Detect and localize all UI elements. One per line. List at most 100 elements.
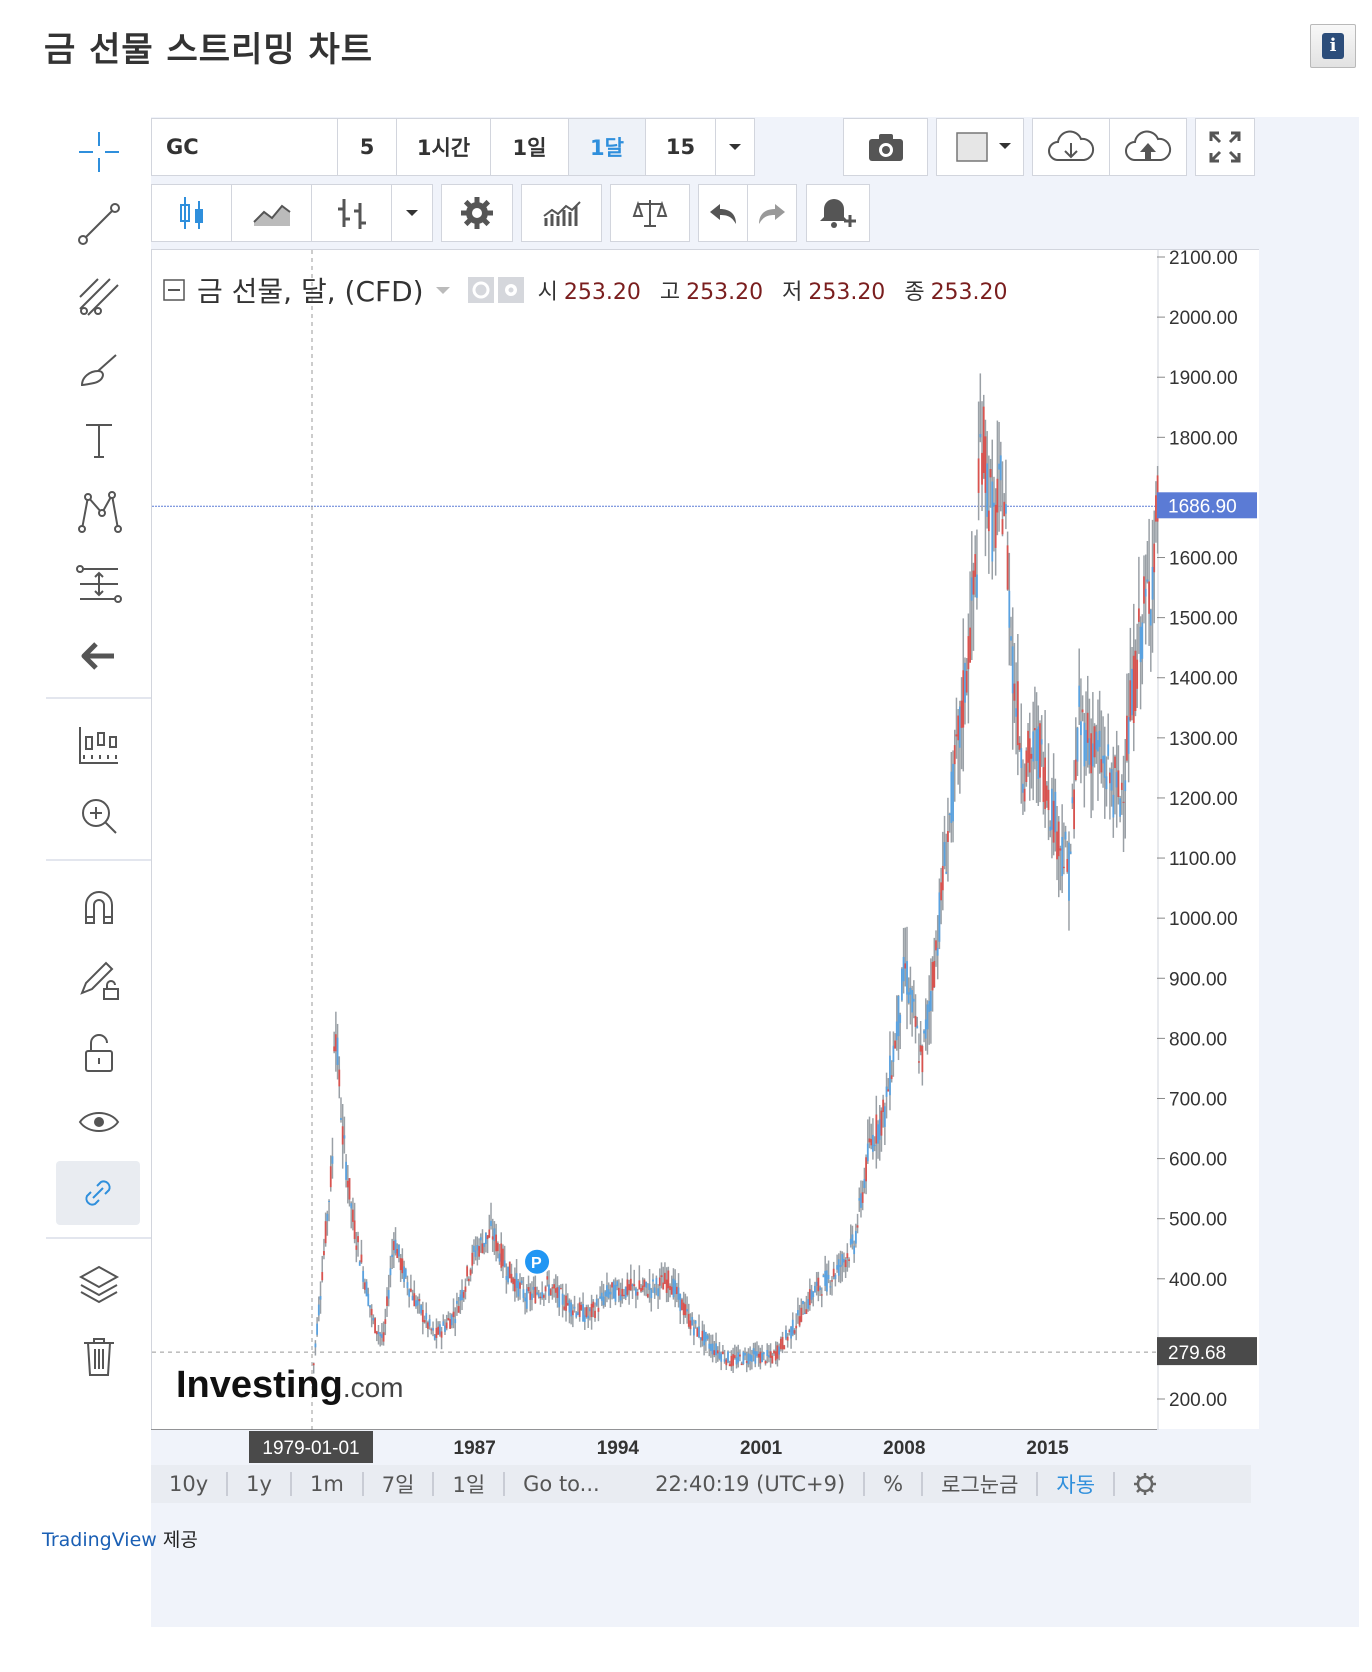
settings-button[interactable] bbox=[441, 184, 513, 242]
zoom-in-icon[interactable] bbox=[46, 781, 151, 851]
chart-style-toolbar bbox=[151, 184, 433, 242]
range-1d[interactable]: 1일 bbox=[434, 1472, 506, 1497]
y-tick-label: 2100.00 bbox=[1169, 249, 1238, 269]
magnet-icon[interactable] bbox=[46, 873, 151, 943]
clock[interactable]: 22:40:19 (UTC+9) bbox=[655, 1472, 866, 1496]
tradingview-link[interactable]: TradingView bbox=[42, 1529, 157, 1551]
eye-icon[interactable] bbox=[46, 1087, 151, 1157]
crosshair-icon[interactable] bbox=[46, 117, 151, 187]
text-icon[interactable] bbox=[46, 405, 151, 475]
lock-drawing-icon[interactable] bbox=[46, 945, 151, 1015]
interval-1m[interactable]: 1달 bbox=[569, 119, 646, 175]
x-tick-label: 1994 bbox=[597, 1438, 640, 1459]
open-value: 253.20 bbox=[563, 280, 641, 305]
x-tick-label: 2015 bbox=[1026, 1438, 1069, 1459]
goto-button[interactable]: Go to... bbox=[505, 1472, 655, 1496]
auto-scale-toggle[interactable]: 자동 bbox=[1038, 1472, 1116, 1497]
close-value: 253.20 bbox=[930, 280, 1008, 305]
link-icon[interactable] bbox=[56, 1161, 140, 1225]
range-1y[interactable]: 1y bbox=[228, 1472, 292, 1496]
eye-icon[interactable] bbox=[467, 277, 494, 303]
back-arrow-icon[interactable] bbox=[46, 621, 151, 691]
symbol-input[interactable]: GC bbox=[152, 119, 338, 175]
trash-icon[interactable] bbox=[46, 1321, 151, 1391]
interval-toolbar: GC 5 1시간 1일 1달 15 bbox=[151, 118, 755, 176]
y-tick-label: 1300.00 bbox=[1169, 729, 1238, 750]
chevron-down-icon[interactable] bbox=[392, 185, 432, 241]
range-10y[interactable]: 10y bbox=[151, 1472, 229, 1496]
chevron-down-icon[interactable] bbox=[716, 119, 754, 175]
color-swatch-button[interactable] bbox=[936, 118, 1024, 176]
x-tick-label: 1987 bbox=[454, 1438, 496, 1459]
bar-style-icon[interactable] bbox=[312, 185, 392, 241]
interval-15[interactable]: 15 bbox=[646, 119, 716, 175]
camera-button[interactable] bbox=[843, 118, 928, 176]
trend-line-icon[interactable] bbox=[46, 189, 151, 259]
fib-tool-icon[interactable] bbox=[46, 261, 151, 331]
cloud-toolbar bbox=[1032, 118, 1187, 176]
info-button[interactable]: i bbox=[1310, 24, 1356, 68]
credit: TradingView 제공 bbox=[42, 1525, 198, 1552]
gear-icon[interactable] bbox=[1115, 1472, 1175, 1496]
y-tick-label: 600.00 bbox=[1169, 1150, 1227, 1171]
interval-1d[interactable]: 1일 bbox=[491, 119, 569, 175]
y-tick-label: 1400.00 bbox=[1169, 669, 1238, 690]
camera-icon bbox=[844, 119, 927, 175]
y-tick-label: 700.00 bbox=[1169, 1089, 1227, 1110]
undo-icon[interactable] bbox=[699, 185, 748, 241]
indicators-button[interactable] bbox=[521, 184, 602, 242]
log-scale-toggle[interactable]: 로그눈금 bbox=[923, 1472, 1039, 1497]
range-1m[interactable]: 1m bbox=[292, 1472, 364, 1496]
brush-icon[interactable] bbox=[46, 333, 151, 403]
y-tick-label: 1500.00 bbox=[1169, 609, 1238, 630]
y-tick-label: 1800.00 bbox=[1169, 428, 1238, 449]
y-tick-label: 2000.00 bbox=[1169, 308, 1238, 329]
price-chart[interactable]: P Investing.com bbox=[152, 250, 1260, 1430]
open-label: 시 bbox=[537, 280, 558, 305]
interval-1h[interactable]: 1시간 bbox=[397, 119, 491, 175]
y-tick-label: 800.00 bbox=[1169, 1029, 1227, 1050]
measure-icon[interactable] bbox=[46, 549, 151, 619]
high-value: 253.20 bbox=[686, 280, 764, 305]
crosshair-date-label: 1979-01-01 bbox=[262, 1438, 359, 1459]
color-swatch-icon bbox=[937, 119, 1023, 175]
y-tick-label: 1600.00 bbox=[1169, 549, 1238, 570]
redo-icon[interactable] bbox=[748, 185, 797, 241]
price-axis[interactable]: 2100.00 2000.00 1900.00 1800.00 1600.00 1500.… bbox=[1157, 249, 1257, 1429]
y-tick-label: 500.00 bbox=[1169, 1210, 1227, 1231]
collapse-icon[interactable] bbox=[163, 279, 185, 301]
fullscreen-button[interactable] bbox=[1195, 118, 1255, 176]
gear-icon[interactable] bbox=[497, 277, 524, 303]
y-tick-label: 1200.00 bbox=[1169, 789, 1238, 810]
alert-button[interactable] bbox=[806, 184, 870, 242]
crosshair-price-label: 279.68 bbox=[1168, 1343, 1226, 1364]
layers-icon[interactable] bbox=[46, 1249, 151, 1319]
chevron-down-icon[interactable] bbox=[432, 283, 454, 297]
x-tick-label: 2001 bbox=[740, 1438, 783, 1459]
left-toolbar bbox=[46, 117, 151, 1627]
percent-toggle[interactable]: % bbox=[865, 1472, 924, 1496]
y-tick-label: 900.00 bbox=[1169, 969, 1227, 990]
compare-icon bbox=[611, 185, 689, 241]
y-tick-label: 200.00 bbox=[1169, 1390, 1227, 1411]
low-value: 253.20 bbox=[808, 280, 886, 305]
interval-5[interactable]: 5 bbox=[338, 119, 397, 175]
pattern-icon[interactable] bbox=[46, 477, 151, 547]
cloud-upload-icon[interactable] bbox=[1110, 119, 1187, 175]
ruler-icon[interactable] bbox=[46, 709, 151, 779]
alert-icon bbox=[807, 185, 869, 241]
range-7d[interactable]: 7일 bbox=[364, 1472, 435, 1497]
price-line-label: 1686.90 bbox=[1168, 496, 1237, 517]
credit-suffix: 제공 bbox=[162, 1529, 198, 1551]
bottom-bar: 10y 1y 1m 7일 1일 Go to... 22:40:19 (UTC+9… bbox=[151, 1465, 1251, 1503]
unlock-icon[interactable] bbox=[46, 1017, 151, 1087]
time-axis[interactable]: 1979-01-01 1987 1994 2001 2008 2015 bbox=[151, 1429, 1259, 1465]
line-chart-icon[interactable] bbox=[232, 185, 312, 241]
fullscreen-icon bbox=[1196, 119, 1254, 175]
candlestick-icon[interactable] bbox=[152, 185, 232, 241]
clock-timezone: (UTC+9) bbox=[756, 1472, 846, 1496]
cloud-download-icon[interactable] bbox=[1033, 119, 1110, 175]
chart-area[interactable]: P Investing.com bbox=[151, 249, 1260, 1430]
compare-button[interactable] bbox=[610, 184, 690, 242]
settings-icon bbox=[442, 185, 512, 241]
